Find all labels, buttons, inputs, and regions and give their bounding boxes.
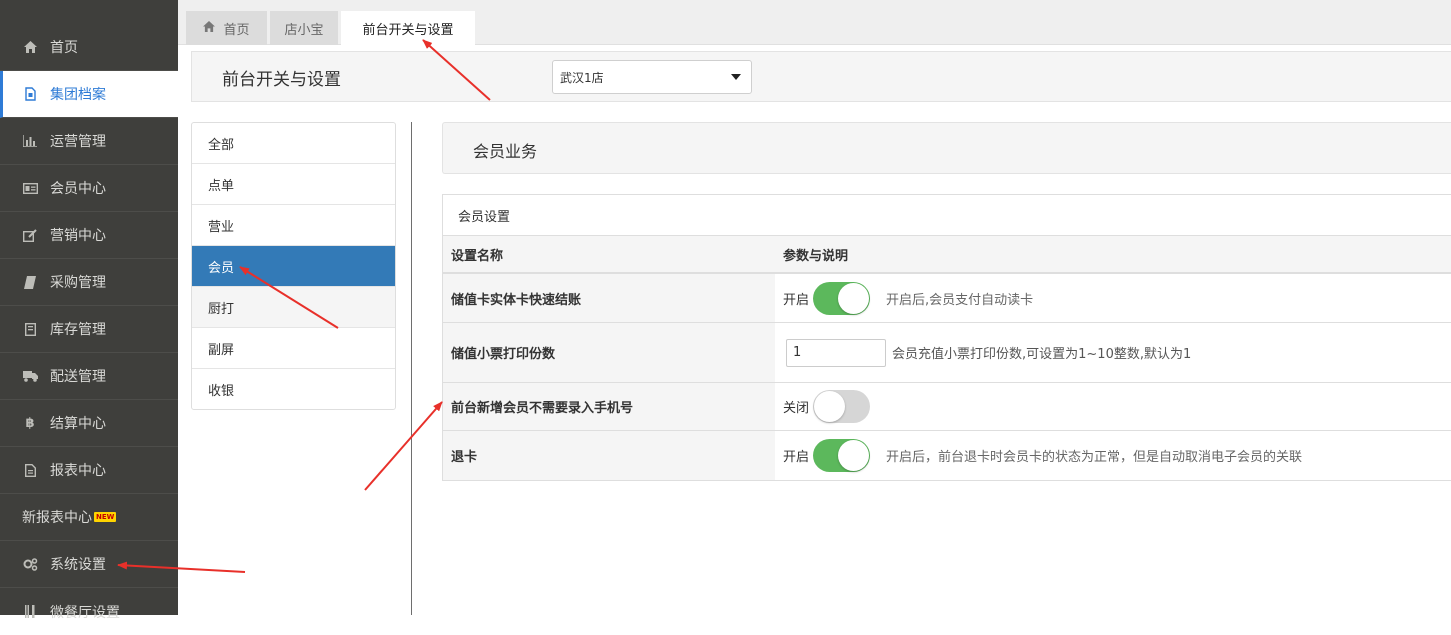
table-row: 退卡 开启 开启后，前台退卡时会员卡的状态为正常，但是自动取消电子会员的关联 (443, 431, 1451, 480)
toggle-state-label: 开启 (783, 450, 810, 465)
category-all[interactable]: 全部 (192, 123, 395, 164)
sidebar-item-label: 运营管理 (50, 134, 106, 150)
sidebar-item-label: 库存管理 (50, 322, 106, 338)
category-list: 全部 点单 营业 会员 厨打 副屏 收银 (191, 122, 396, 410)
toggle-state-label: 关闭 (783, 401, 810, 416)
page-header: 前台开关与设置 武汉1店 (191, 51, 1451, 102)
sidebar-item-purchasing[interactable]: 采购管理 (0, 259, 178, 306)
bitcoin-icon: ฿ (25, 415, 35, 431)
sidebar-item-label: 报表中心 (50, 463, 106, 479)
category-cashier[interactable]: 收银 (192, 369, 395, 409)
print-copies-input[interactable] (786, 338, 886, 367)
home-icon (203, 21, 216, 35)
sidebar-item-label: 集团档案 (50, 87, 106, 103)
sidebar-item-label: 配送管理 (50, 369, 106, 385)
tab-label: 前台开关与设置 (362, 22, 454, 38)
tab-home[interactable]: 首页 (186, 11, 267, 45)
sidebar-item-label: 首页 (50, 40, 78, 56)
sidebar-item-inventory[interactable]: 库存管理 (0, 306, 178, 353)
setting-name: 储值小票打印份数 (443, 323, 775, 382)
arrow-to-no-phone-setting (364, 401, 443, 491)
sidebar-item-label: 微餐厅设置 (50, 604, 120, 621)
member-settings-panel: 会员设置 设置名称 参数与说明 储值卡实体卡快速结账 开启 开启后,会员支付自动… (442, 194, 1451, 481)
setting-description: 开启后,会员支付自动读卡 (886, 292, 1034, 308)
home-icon (22, 39, 38, 55)
table-row: 储值小票打印份数 会员充值小票打印份数,可设置为1~10整数,默认为1 (443, 323, 1451, 383)
toggle-state-label: 开启 (783, 292, 810, 308)
sidebar-item-operations[interactable]: 运营管理 (0, 118, 178, 165)
setting-name: 储值卡实体卡快速结账 (443, 274, 775, 322)
new-badge: NEW (94, 512, 117, 522)
id-card-icon (22, 180, 38, 196)
setting-description: 会员充值小票打印份数,可设置为1~10整数,默认为1 (892, 347, 1192, 362)
file-icon (22, 86, 38, 102)
sidebar-item-reports[interactable]: 报表中心 (0, 447, 178, 494)
sidebar-item-label: 采购管理 (50, 275, 106, 291)
gears-icon (22, 556, 38, 572)
card-return-toggle[interactable] (813, 439, 871, 472)
table-header: 设置名称 参数与说明 (443, 236, 1451, 274)
sidebar-item-home[interactable]: 首页 (0, 24, 178, 71)
truck-icon (22, 368, 38, 384)
tab-label: 店小宝 (284, 22, 324, 38)
tab-bar: 首页 店小宝 前台开关与设置 (178, 0, 1451, 45)
column-header-param: 参数与说明 (783, 248, 849, 264)
sidebar-item-new-reports[interactable]: 新报表中心 NEW (0, 494, 178, 541)
sidebar-item-member-center[interactable]: 会员中心 (0, 165, 178, 212)
book-icon (22, 274, 38, 290)
category-kitchen-print[interactable]: 厨打 (192, 287, 395, 328)
no-phone-required-toggle[interactable] (813, 390, 871, 423)
tab-label: 首页 (223, 22, 250, 38)
sidebar-item-micro-restaurant[interactable]: 微餐厅设置 (0, 588, 178, 635)
store-select[interactable]: 武汉1店 (552, 60, 752, 94)
section-title: 会员业务 (473, 142, 538, 161)
chevron-down-icon (731, 74, 741, 80)
category-business[interactable]: 营业 (192, 205, 395, 246)
sidebar-item-system-settings[interactable]: 系统设置 (0, 541, 178, 588)
setting-name: 前台新增会员不需要录入手机号 (443, 383, 775, 430)
box-icon (22, 321, 38, 337)
category-order[interactable]: 点单 (192, 164, 395, 205)
setting-description: 开启后，前台退卡时会员卡的状态为正常，但是自动取消电子会员的关联 (886, 450, 1303, 465)
column-header-name: 设置名称 (451, 248, 504, 264)
sidebar-item-settlement[interactable]: ฿ 结算中心 (0, 400, 178, 447)
quick-checkout-toggle[interactable] (813, 281, 871, 315)
tab-dianxiaobao[interactable]: 店小宝 (270, 11, 338, 45)
vertical-divider (411, 122, 412, 615)
section-header: 会员业务 (442, 122, 1451, 174)
sidebar-item-group-archive[interactable]: 集团档案 (0, 71, 178, 118)
panel-title: 会员设置 (443, 195, 1451, 236)
sidebar-item-label: 营销中心 (50, 228, 106, 244)
table-row: 前台新增会员不需要录入手机号 关闭 (443, 383, 1451, 431)
sidebar-item-delivery[interactable]: 配送管理 (0, 353, 178, 400)
page-title: 前台开关与设置 (222, 70, 341, 90)
store-select-value: 武汉1店 (560, 70, 604, 85)
sidebar-item-marketing[interactable]: 营销中心 (0, 212, 178, 259)
cutlery-icon (22, 604, 38, 620)
sidebar: 首页 集团档案 运营管理 会员中心 营销中心 采购管理 库存管理 配送管理 ฿ … (0, 0, 178, 621)
bar-chart-icon (22, 133, 38, 149)
sidebar-item-label: 结算中心 (50, 416, 106, 432)
sidebar-item-label: 会员中心 (50, 181, 106, 197)
table-row: 储值卡实体卡快速结账 开启 开启后,会员支付自动读卡 (443, 274, 1451, 323)
category-secondary-screen[interactable]: 副屏 (192, 328, 395, 369)
tab-frontdesk-settings[interactable]: 前台开关与设置 (341, 11, 475, 45)
sidebar-item-label: 系统设置 (50, 557, 106, 573)
report-icon (22, 462, 38, 478)
sidebar-item-label: 新报表中心 (22, 510, 92, 526)
edit-icon (22, 227, 38, 243)
setting-name: 退卡 (443, 431, 775, 480)
category-member[interactable]: 会员 (192, 246, 395, 287)
